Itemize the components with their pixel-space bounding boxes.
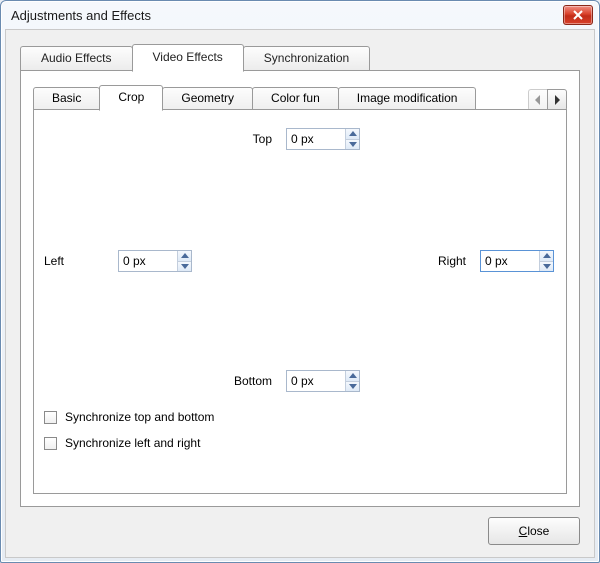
crop-bottom-decrement-button[interactable]	[346, 381, 359, 392]
crop-right-input[interactable]	[481, 251, 539, 271]
sync-left-right-label: Synchronize left and right	[65, 436, 200, 450]
tab-scroll	[528, 89, 567, 111]
sync-top-bottom-label: Synchronize top and bottom	[65, 410, 214, 424]
main-tabbar: Audio Effects Video Effects Synchronizat…	[20, 44, 369, 72]
tab-video-effects[interactable]: Video Effects	[132, 44, 244, 72]
crop-left-input[interactable]	[119, 251, 177, 271]
caret-left-icon	[534, 95, 542, 105]
video-effects-tabbar: Basic Crop Geometry Color fun Image modi…	[33, 83, 567, 111]
sync-top-bottom-checkbox[interactable]	[44, 411, 57, 424]
crop-bottom-spinbox[interactable]	[286, 370, 360, 392]
crop-bottom-increment-button[interactable]	[346, 371, 359, 381]
crop-left-spinbox[interactable]	[118, 250, 192, 272]
crop-top-spinbox[interactable]	[286, 128, 360, 150]
crop-right-spin-buttons	[539, 251, 553, 271]
close-button-label: Close	[519, 524, 550, 538]
caret-right-icon	[553, 95, 561, 105]
crop-right-label: Right	[406, 254, 466, 268]
caret-up-icon	[349, 373, 357, 378]
sync-left-right-checkbox[interactable]	[44, 437, 57, 450]
window-title: Adjustments and Effects	[11, 8, 563, 23]
crop-top-label: Top	[212, 132, 272, 146]
sync-left-right-row: Synchronize left and right	[44, 436, 200, 450]
caret-up-icon	[349, 131, 357, 136]
tab-scroll-left-button[interactable]	[528, 89, 547, 111]
caret-down-icon	[543, 264, 551, 269]
dialog-window: Adjustments and Effects Audio Effects Vi…	[0, 0, 600, 563]
crop-top-increment-button[interactable]	[346, 129, 359, 139]
crop-top-input[interactable]	[287, 129, 345, 149]
crop-bottom-group: Bottom	[212, 370, 360, 392]
crop-top-decrement-button[interactable]	[346, 139, 359, 150]
caret-up-icon	[543, 253, 551, 258]
crop-right-decrement-button[interactable]	[540, 261, 553, 272]
crop-left-spin-buttons	[177, 251, 191, 271]
crop-bottom-input[interactable]	[287, 371, 345, 391]
crop-left-increment-button[interactable]	[178, 251, 191, 261]
crop-bottom-label: Bottom	[212, 374, 272, 388]
tab-scroll-right-button[interactable]	[547, 89, 567, 111]
close-button[interactable]: Close	[488, 517, 580, 545]
crop-right-group: Right	[406, 250, 554, 272]
titlebar: Adjustments and Effects	[1, 1, 599, 29]
tab-crop[interactable]: Crop	[99, 85, 163, 111]
crop-top-spin-buttons	[345, 129, 359, 149]
client-area: Audio Effects Video Effects Synchronizat…	[5, 29, 595, 558]
crop-panel: Top Left	[33, 109, 567, 494]
video-effects-panel: Basic Crop Geometry Color fun Image modi…	[20, 70, 580, 507]
caret-down-icon	[181, 264, 189, 269]
caret-down-icon	[349, 142, 357, 147]
crop-left-decrement-button[interactable]	[178, 261, 191, 272]
crop-top-group: Top	[212, 128, 360, 150]
crop-left-label: Left	[44, 254, 104, 268]
caret-down-icon	[349, 384, 357, 389]
caret-up-icon	[181, 253, 189, 258]
window-close-button[interactable]	[563, 5, 593, 25]
crop-right-spinbox[interactable]	[480, 250, 554, 272]
crop-right-increment-button[interactable]	[540, 251, 553, 261]
close-icon	[573, 10, 583, 20]
crop-left-group: Left	[44, 250, 192, 272]
sync-top-bottom-row: Synchronize top and bottom	[44, 410, 214, 424]
crop-bottom-spin-buttons	[345, 371, 359, 391]
